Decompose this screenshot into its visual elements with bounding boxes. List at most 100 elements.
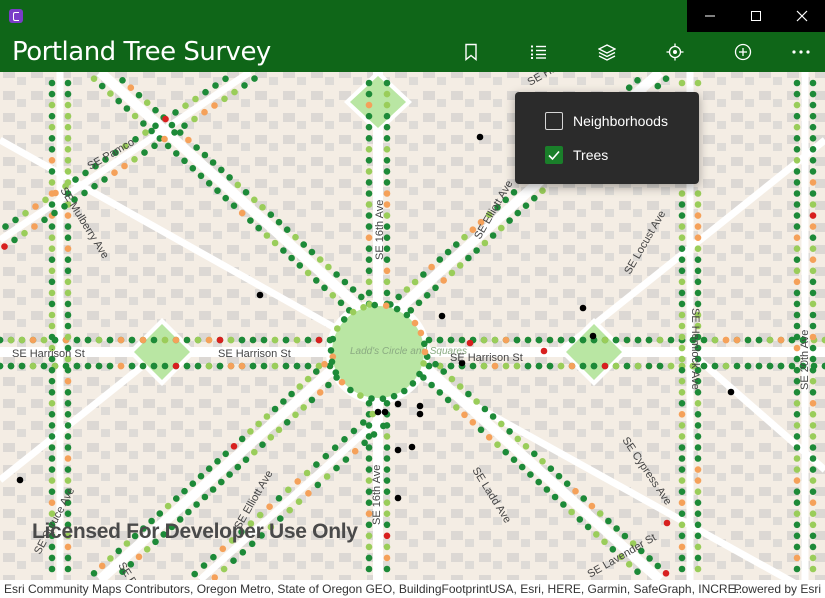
tree-point [694, 510, 702, 517]
tree-point [256, 511, 264, 519]
layer-toggle-trees[interactable]: Trees [545, 144, 608, 166]
tree-point [370, 431, 378, 438]
tree-point [809, 245, 817, 252]
tree-point [111, 169, 118, 176]
map-view[interactable]: Ladd's Circle and Squares SE Pamco SE Mu… [0, 72, 825, 580]
tree-point [394, 446, 402, 454]
tree-point [809, 444, 817, 451]
layers-button[interactable] [595, 40, 619, 64]
tree-point [694, 278, 702, 286]
layer-toggle-neighborhoods[interactable]: Neighborhoods [545, 110, 668, 132]
neighborhoods-checkbox[interactable] [545, 112, 563, 130]
tree-point [315, 336, 323, 344]
tree-point [793, 543, 801, 551]
add-tree-button[interactable] [731, 40, 755, 64]
tree-point [313, 461, 320, 468]
tree-point [296, 383, 304, 390]
tree-point [711, 362, 719, 370]
tree-point [16, 476, 24, 484]
tree-point [48, 477, 56, 484]
legend-button[interactable] [527, 40, 551, 64]
tree-point [313, 277, 320, 284]
tree-point [678, 532, 686, 540]
tree-point [623, 362, 631, 370]
tree-point [793, 278, 801, 286]
tree-point [255, 224, 262, 232]
tree-point [678, 510, 686, 517]
minimize-button[interactable] [687, 0, 733, 32]
tree-point [694, 444, 702, 451]
tree-point [171, 129, 178, 136]
tree-point [809, 201, 817, 208]
tree-point [18, 362, 26, 370]
tree-point [107, 90, 114, 97]
tree-point [498, 224, 505, 232]
maximize-button[interactable] [733, 0, 779, 32]
tree-point [518, 463, 526, 471]
tree-point [809, 190, 817, 197]
trees-checkbox[interactable] [545, 146, 563, 164]
tree-point [489, 413, 497, 420]
tree-point [416, 370, 423, 378]
tree-point [300, 404, 308, 411]
tree-point [694, 455, 702, 462]
tree-point [271, 239, 279, 247]
tree-point [234, 181, 242, 189]
powered-by-esri[interactable]: Powered by Esri [734, 580, 821, 598]
tree-point [48, 543, 56, 551]
tree-point [793, 168, 801, 175]
tree-point [555, 472, 563, 480]
tree-point [678, 212, 686, 219]
tree-point [351, 447, 359, 455]
tree-point [141, 149, 148, 156]
tree-point [259, 204, 266, 211]
tree-point [379, 395, 387, 403]
tree-point [329, 335, 337, 343]
tree-point [7, 336, 15, 344]
tree-point [502, 336, 510, 344]
tree-point [634, 568, 641, 575]
tree-point [216, 362, 224, 370]
more-button[interactable] [789, 40, 813, 64]
tree-point [744, 336, 752, 344]
tree-point [513, 336, 521, 344]
tree-point [793, 146, 801, 153]
tree-point [678, 400, 686, 407]
tree-point [90, 570, 98, 577]
tree-point [21, 229, 28, 237]
tree-point [172, 109, 179, 116]
tree-point [327, 347, 335, 354]
tree-point [448, 269, 456, 277]
tree-point [461, 233, 468, 241]
tree-point [48, 168, 56, 175]
close-button[interactable] [779, 0, 825, 32]
bookmarks-button[interactable] [459, 40, 483, 64]
tree-point [383, 90, 391, 98]
tree-point [678, 444, 686, 451]
tree-point [197, 472, 205, 480]
tree-point [694, 466, 702, 473]
tree-point [809, 565, 817, 573]
tree-point [809, 411, 817, 418]
attribution-text[interactable]: Esri Community Maps Contributors, Oregon… [4, 580, 746, 598]
tree-point [793, 256, 801, 264]
tree-point [733, 336, 741, 344]
tree-point [411, 278, 419, 286]
tree-point [365, 168, 373, 175]
tree-point [596, 510, 604, 517]
locate-button[interactable] [663, 40, 687, 64]
tree-point [288, 254, 295, 262]
tree-point [239, 549, 247, 556]
tree-point [809, 123, 817, 131]
tree-point [107, 555, 114, 562]
tree-point [678, 565, 686, 573]
tree-point [401, 387, 408, 395]
tree-point [667, 362, 675, 370]
tree-point [694, 190, 702, 197]
tree-point [793, 300, 801, 308]
tree-point [64, 123, 72, 131]
license-watermark: Licensed For Developer Use Only [32, 520, 358, 543]
tree-point [48, 90, 56, 98]
tree-point [193, 144, 200, 151]
tree-point [383, 123, 391, 131]
